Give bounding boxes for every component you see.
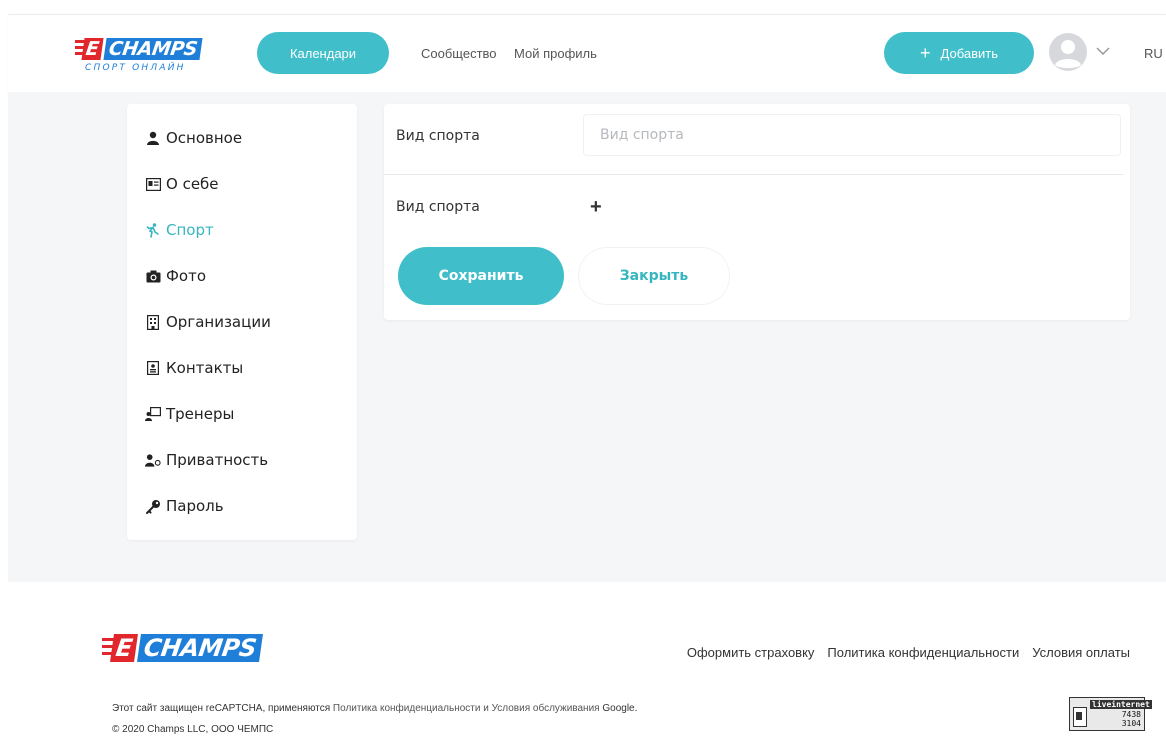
- recaptcha-prefix: Этот сайт защищен reCAPTCHA, применяются: [112, 703, 331, 714]
- sidebar-item-trainers[interactable]: Тренеры: [145, 402, 234, 426]
- id-card-icon: [145, 176, 161, 192]
- calendar-button[interactable]: Календари: [257, 32, 389, 74]
- footer-logo-brand-name: CHAMPS: [137, 634, 264, 662]
- sidebar-item-photo[interactable]: Фото: [145, 264, 206, 288]
- trainer-icon: [145, 406, 161, 422]
- logo-tagline: СПОРТ ОНЛАЙН: [85, 63, 186, 73]
- sidebar-item-label: Пароль: [166, 497, 224, 515]
- privacy-icon: [145, 452, 161, 468]
- language-selector[interactable]: RU: [1144, 46, 1163, 61]
- footer-links: Оформить страховку Политика конфиденциал…: [687, 645, 1130, 660]
- add-sport-label: Вид спорта: [396, 199, 480, 215]
- counter-value-1: 7438: [1121, 710, 1141, 719]
- sidebar-item-sport[interactable]: Спорт: [145, 218, 214, 242]
- footer-link-privacy[interactable]: Политика конфиденциальности: [827, 645, 1019, 660]
- save-button[interactable]: Сохранить: [398, 247, 564, 305]
- recaptcha-google: Google.: [602, 703, 638, 714]
- footer-link-insurance[interactable]: Оформить страховку: [687, 645, 815, 660]
- running-icon: [145, 222, 161, 238]
- logo-e: E: [81, 38, 104, 60]
- sidebar-item-main[interactable]: Основное: [145, 126, 242, 150]
- nav-link-my-profile[interactable]: Мой профиль: [514, 46, 597, 61]
- sidebar-item-contacts[interactable]: Контакты: [145, 356, 243, 380]
- footer-logo-e: E: [110, 634, 139, 662]
- sidebar-item-label: Организации: [166, 313, 271, 331]
- add-button-label: Добавить: [940, 45, 998, 61]
- chevron-down-icon[interactable]: [1096, 45, 1110, 57]
- nav-link-community[interactable]: Сообщество: [421, 46, 497, 61]
- user-icon: [145, 130, 161, 146]
- counter-title: liveinternet: [1090, 700, 1152, 709]
- sidebar-item-label: Тренеры: [166, 405, 235, 423]
- sidebar-item-password[interactable]: Пароль: [145, 494, 224, 518]
- sidebar-item-label: Спорт: [166, 221, 214, 239]
- sidebar-item-label: Приватность: [166, 451, 269, 469]
- sidebar-item-label: О себе: [166, 175, 219, 193]
- sidebar-item-label: Контакты: [166, 359, 244, 377]
- plus-icon: +: [920, 43, 931, 63]
- add-button[interactable]: + Добавить: [884, 32, 1034, 74]
- settings-sidebar: Основное О себе Спорт Фото Организации К…: [127, 104, 357, 540]
- sidebar-item-label: Фото: [166, 267, 207, 285]
- copyright: © 2020 Champs LLC, ООО ЧЕМПС: [112, 724, 274, 735]
- avatar-icon[interactable]: [1048, 32, 1088, 72]
- sport-field-label: Вид спорта: [396, 128, 480, 144]
- key-icon: [145, 498, 161, 514]
- recaptcha-privacy-link[interactable]: Политика конфиденциальности: [333, 703, 481, 714]
- sport-form-panel: Вид спорта Вид спорта + Сохранить Закрыт…: [384, 104, 1130, 320]
- liveinternet-counter[interactable]: liveinternet 7438 3104: [1069, 697, 1152, 731]
- logo-brand-name: CHAMPS: [103, 38, 203, 60]
- contact-icon: [145, 360, 161, 376]
- counter-icon: [1073, 707, 1087, 727]
- form-divider: [384, 174, 1124, 175]
- close-button[interactable]: Закрыть: [578, 247, 730, 305]
- sidebar-item-about[interactable]: О себе: [145, 172, 219, 196]
- sidebar-item-organizations[interactable]: Организации: [145, 310, 271, 334]
- sidebar-item-label: Основное: [166, 129, 243, 147]
- recaptcha-notice: Этот сайт защищен reCAPTCHA, применяются…: [112, 703, 637, 714]
- sidebar-item-privacy[interactable]: Приватность: [145, 448, 268, 472]
- recaptcha-and: и: [483, 703, 489, 714]
- recaptcha-terms-link[interactable]: Условия обслуживания: [492, 703, 600, 714]
- footer-logo[interactable]: E CHAMPS: [102, 633, 272, 667]
- top-header: E CHAMPS СПОРТ ОНЛАЙН Календари Сообщест…: [8, 14, 1166, 93]
- footer-link-payment-terms[interactable]: Условия оплаты: [1032, 645, 1130, 660]
- camera-icon: [145, 268, 161, 284]
- sport-input[interactable]: [583, 114, 1121, 156]
- counter-value-2: 3104: [1121, 719, 1141, 728]
- building-icon: [145, 314, 161, 330]
- add-sport-plus-icon[interactable]: +: [590, 197, 602, 217]
- site-logo[interactable]: E CHAMPS СПОРТ ОНЛАЙН: [75, 37, 213, 79]
